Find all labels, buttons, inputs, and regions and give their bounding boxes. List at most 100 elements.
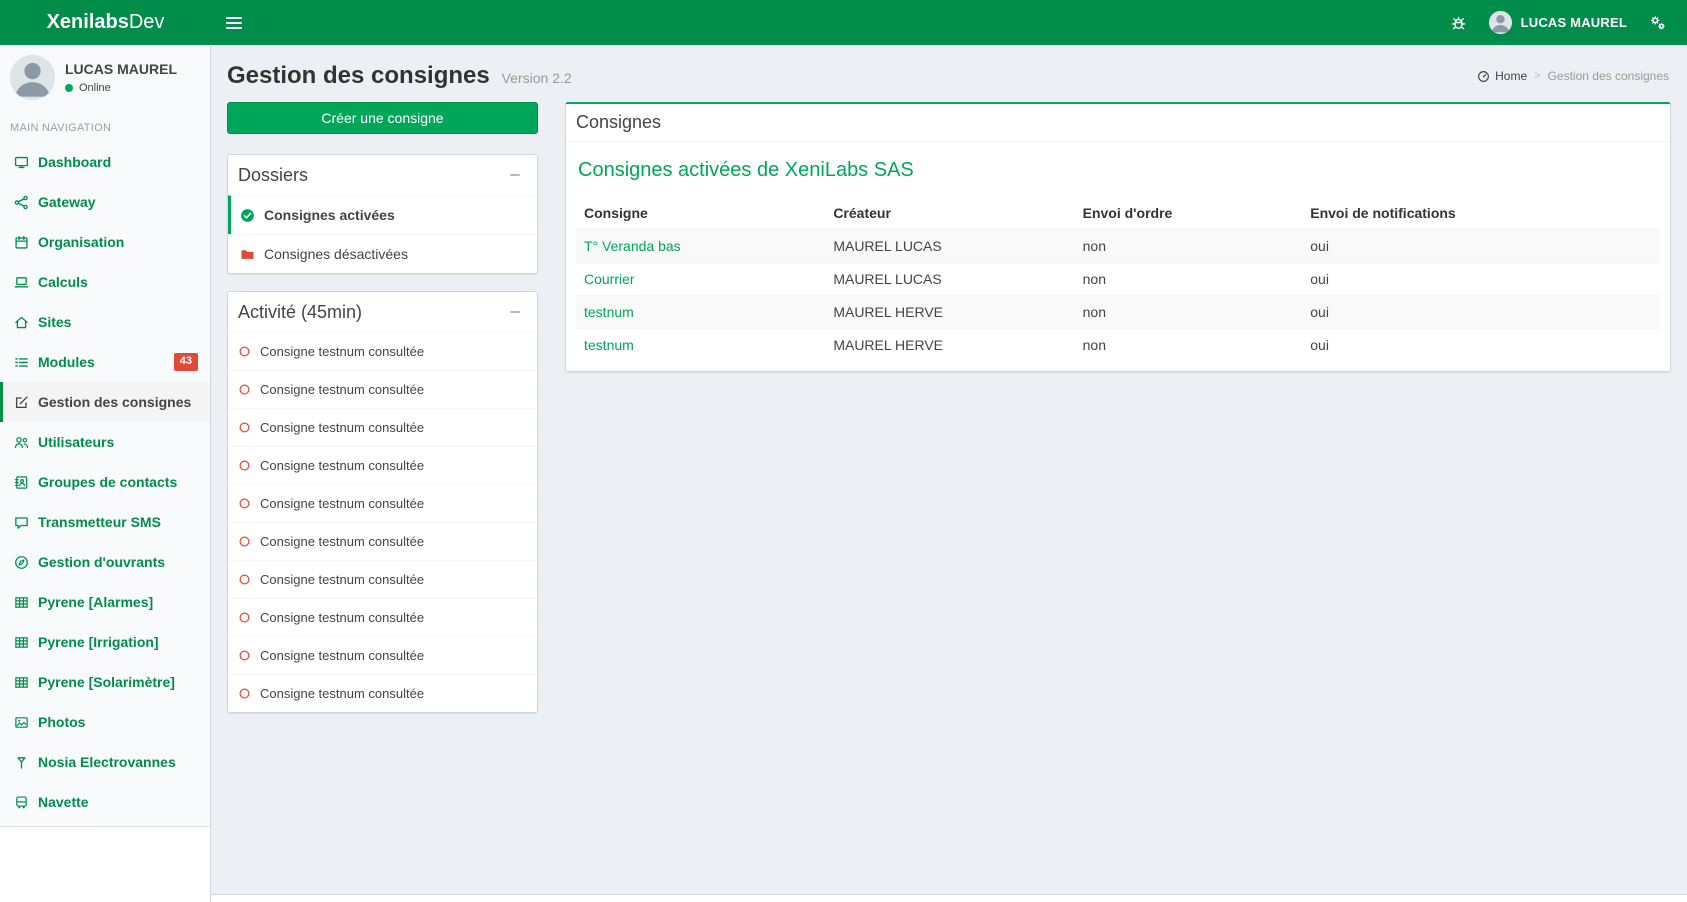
column-envoi-ordre: Envoi d'ordre [1075,197,1303,230]
activity-item: Consigne testnum consultée [228,408,537,446]
create-consigne-button[interactable]: Créer une consigne [227,102,538,134]
table-row: T° Veranda bas MAUREL LUCAS non oui [576,230,1660,263]
sidebar-item-label: Dashboard [38,154,111,170]
activity-list: Consigne testnum consultée Consigne test… [228,332,537,712]
sidebar-item-label: Sites [38,314,71,330]
sidebar-item-groupes-de-contacts[interactable]: Groupes de contacts [0,462,210,502]
folder-label: Consignes désactivées [264,246,408,262]
cell-envoi-ordre: non [1075,329,1303,362]
minus-icon [508,305,522,319]
sidebar-item-photos[interactable]: Photos [0,702,210,742]
brand-light: Dev [129,11,165,34]
table-header-row: Consigne Créateur Envoi d'ordre Envoi de… [576,197,1660,230]
activity-item-label: Consigne testnum consultée [260,648,424,663]
sidebar-item-gestion-des-consignes[interactable]: Gestion des consignes [0,382,210,422]
cell-createur: MAUREL LUCAS [825,230,1074,263]
sidebar-item-sites[interactable]: Sites [0,302,210,342]
sidebar-toggle-button[interactable] [211,0,257,45]
folder-consignes-desactivees[interactable]: Consignes désactivées [228,234,537,273]
page-title: Gestion des consignes [227,62,490,89]
circle-icon [238,497,251,510]
column-consigne: Consigne [576,197,825,230]
activity-item-label: Consigne testnum consultée [260,420,424,435]
online-dot-icon [65,84,73,92]
contacts-icon [14,475,29,490]
sidebar-item-calculs[interactable]: Calculs [0,262,210,302]
sidebar-item-organisation[interactable]: Organisation [0,222,210,262]
avatar [10,55,55,100]
brand-logo[interactable]: XenilabsDev [0,0,211,45]
sidebar-item-nosia-electrovannes[interactable]: Nosia Electrovannes [0,742,210,782]
sidebar-item-label: Pyrene [Alarmes] [38,594,153,610]
main-wrapper: Gestion des consignes Version 2.2 Home >… [211,0,1687,746]
consigne-link[interactable]: T° Veranda bas [584,238,681,254]
consignes-box-header: Consignes [566,104,1670,142]
sidebar-item-label: Pyrene [Solarimètre] [38,674,175,690]
bug-button[interactable] [1439,0,1479,45]
sidebar-item-pyrene-alarmes[interactable]: Pyrene [Alarmes] [0,582,210,622]
sidebar-item-navette[interactable]: Navette [0,782,210,822]
sidebar: LUCAS MAUREL Online MAIN NAVIGATION Dash… [0,45,211,902]
bus-icon [14,795,29,810]
sidebar-item-transmetteur-sms[interactable]: Transmetteur SMS [0,502,210,542]
sidebar-item-utilisateurs[interactable]: Utilisateurs [0,422,210,462]
circle-icon [238,383,251,396]
circle-icon [238,649,251,662]
circle-icon [238,421,251,434]
laptop-icon [14,275,29,290]
status-label: Online [79,82,111,94]
navbar-username: LUCAS MAUREL [1521,15,1627,30]
sidebar-item-gestion-ouvrants[interactable]: Gestion d'ouvrants [0,542,210,582]
sidebar-item-gateway[interactable]: Gateway [0,182,210,222]
activity-title: Activité (45min) [238,302,362,323]
right-column: Consignes Consignes activées de XeniLabs… [565,102,1671,372]
sidebar-item-label: Navette [38,794,89,810]
sidebar-item-modules[interactable]: Modules 43 [0,342,210,382]
activity-item: Consigne testnum consultée [228,560,537,598]
bug-icon [1450,14,1467,31]
dossiers-collapse-button[interactable] [503,163,527,187]
consigne-link[interactable]: testnum [584,304,634,320]
edit-icon [14,395,29,410]
cell-createur: MAUREL LUCAS [825,263,1074,296]
consignes-box-body: Consignes activées de XeniLabs SAS Consi… [566,142,1670,371]
valve-icon [14,755,29,770]
sidebar-item-pyrene-solarimetre[interactable]: Pyrene [Solarimètre] [0,662,210,702]
consigne-link[interactable]: testnum [584,337,634,353]
activity-item: Consigne testnum consultée [228,446,537,484]
user-menu[interactable]: LUCAS MAUREL [1479,0,1637,45]
folder-consignes-activees[interactable]: Consignes activées [228,195,537,234]
table-icon [14,675,29,690]
sidebar-item-pyrene-irrigation[interactable]: Pyrene [Irrigation] [0,622,210,662]
breadcrumb-current: Gestion des consignes [1548,69,1669,83]
settings-button[interactable] [1637,0,1677,45]
share-icon [14,195,29,210]
sidebar-item-label: Gestion des consignes [38,394,191,410]
cell-createur: MAUREL HERVE [825,296,1074,329]
circle-icon [238,459,251,472]
breadcrumb-home-label: Home [1495,69,1527,83]
calendar-icon [14,235,29,250]
compass-icon [14,555,29,570]
sidebar-item-label: Modules [38,354,95,370]
activity-item-label: Consigne testnum consultée [260,610,424,625]
page-version: Version 2.2 [502,70,572,86]
table-row: testnum MAUREL HERVE non oui [576,296,1660,329]
activity-collapse-button[interactable] [503,300,527,324]
dashboard-icon [1477,70,1490,83]
consigne-link[interactable]: Courrier [584,271,635,287]
gears-icon [1649,14,1666,31]
activity-item-label: Consigne testnum consultée [260,572,424,587]
brand-bold: Xenilabs [47,11,129,34]
image-icon [14,715,29,730]
circle-icon [238,345,251,358]
left-column: Créer une consigne Dossiers Consignes ac… [227,102,538,730]
table-row: testnum MAUREL HERVE non oui [576,329,1660,362]
breadcrumb-home-link[interactable]: Home [1477,69,1527,83]
dossiers-title: Dossiers [238,165,308,186]
column-envoi-notifications: Envoi de notifications [1302,197,1660,230]
home-icon [14,315,29,330]
activity-item-label: Consigne testnum consultée [260,458,424,473]
sidebar-item-dashboard[interactable]: Dashboard [0,142,210,182]
activity-item: Consigne testnum consultée [228,332,537,370]
